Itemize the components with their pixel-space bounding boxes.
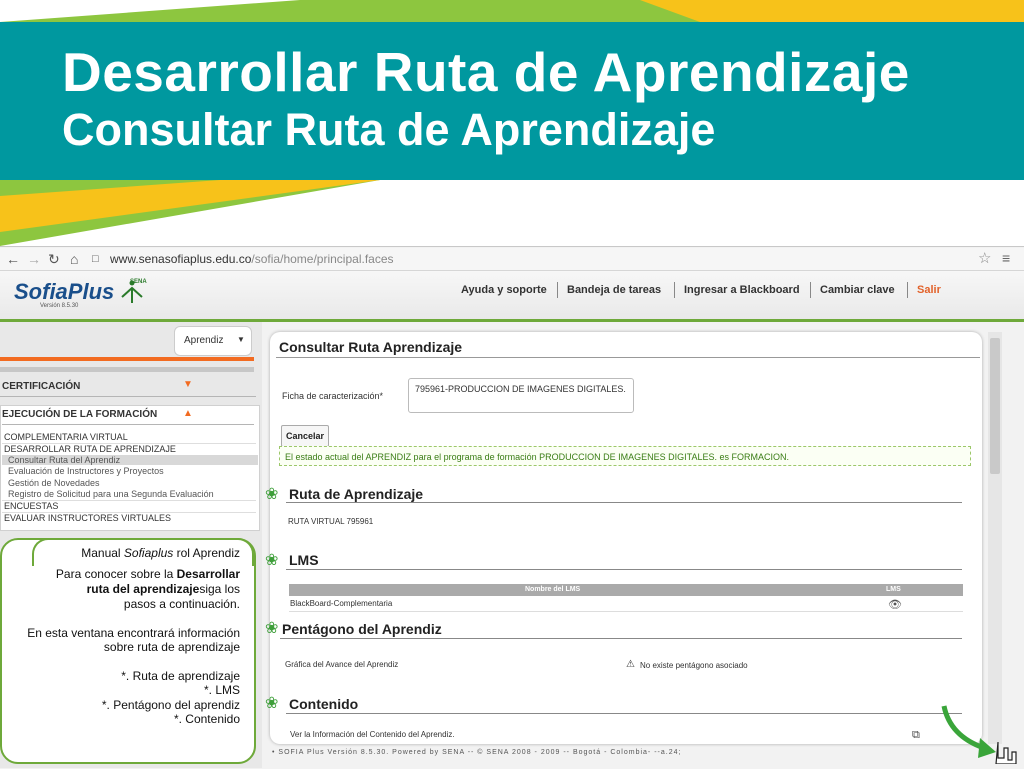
lms-table-header: Nombre del LMS LMS [289,584,963,596]
panel-title-divider [276,357,980,358]
lms-col-lms: LMS [886,586,901,593]
help-line: ruta del aprendizajesiga los [87,582,240,596]
reload-icon[interactable]: ↻ [48,251,60,268]
section-pentagono-heading: Pentágono del Aprendiz [282,621,442,637]
menu-icon[interactable]: ≡ [1002,250,1010,266]
collapse-up-icon[interactable]: ▲ [183,408,193,419]
nav-separator [907,282,908,298]
help-line: Para conocer sobre la Desarrollar [56,567,240,581]
nav-separator [810,282,811,298]
help-text-bold: Desarrollar [176,567,240,581]
cancel-button[interactable]: Cancelar [281,425,329,447]
panel-title: Consultar Ruta Aprendizaje [279,339,463,355]
help-line: pasos a continuación. [123,597,240,611]
url-host: www.senasofiaplus.edu.co [110,252,252,266]
section-divider [280,638,962,639]
section-divider [0,396,256,397]
leaf-icon: ❀ [265,620,279,637]
slide-title: Desarrollar Ruta de Aprendizaje [62,41,910,103]
slide-subtitle: Consultar Ruta de Aprendizaje [62,104,716,155]
footer-text: • SOFIA Plus Versión 8.5.30. Powered by … [272,749,682,756]
help-line: En esta ventana encontrará información [27,626,240,640]
warning-icon: ⚠ [626,659,635,670]
help-title: Manual Sofiaplus rol Aprendiz [81,546,240,560]
sidebar-item-encuestas[interactable]: ENCUESTAS [4,501,58,511]
nav-ayuda[interactable]: Ayuda y soporte [461,284,547,296]
help-text-fragment: siga los [199,582,240,596]
help-list-item: *. Pentágono del aprendiz [101,698,240,712]
sidebar-item-segunda-evaluacion[interactable]: Registro de Solicitud para una Segunda E… [8,489,214,499]
role-value: Aprendiz [184,335,224,346]
sidebar-item-desarrollar-ruta[interactable]: DESARROLLAR RUTA DE APRENDIZAJE [4,444,176,454]
sidebar-item-consultar-ruta[interactable]: Consultar Ruta del Aprendiz [2,455,258,465]
section-divider [2,424,254,425]
section-ruta-heading: Ruta de Aprendizaje [289,486,424,502]
contenido-label: Ver la Información del Contenido del Apr… [290,730,455,739]
help-list-item: *. LMS [203,683,240,697]
sidebar-accent-bar [0,357,254,361]
sidebar-divider [0,367,254,372]
sena-logo-text: SENA [130,279,147,285]
status-message: El estado actual del APRENDIZ para el pr… [279,446,971,466]
chevron-down-icon: ▼ [237,335,245,344]
logo-version: Versión 8.5.30 [40,303,79,309]
section-divider [286,713,962,714]
sidebar-section-ejecucion[interactable]: EJECUCIÓN DE LA FORMACIÓN [2,409,157,420]
sidebar-item-evaluacion[interactable]: Evaluación de Instructores y Proyectos [8,466,164,476]
home-icon[interactable]: ⌂ [70,251,78,267]
section-divider [286,502,962,503]
scrollbar-thumb[interactable] [990,338,1000,474]
leaf-icon: ❀ [265,695,279,712]
nav-blackboard[interactable]: Ingresar a Blackboard [684,284,800,296]
ruta-value: RUTA VIRTUAL 795961 [288,517,374,526]
back-icon[interactable]: ← [6,251,20,267]
url-field[interactable]: www.senasofiaplus.edu.co/sofia/home/prin… [110,252,394,266]
help-text-bold: ruta del aprendizaje [86,582,200,596]
sidebar-item-complementaria[interactable]: COMPLEMENTARIA VIRTUAL [4,432,128,442]
star-icon[interactable]: ☆ [978,249,991,267]
forward-icon[interactable]: → [27,251,41,267]
open-window-icon[interactable]: ⧉ [912,729,920,742]
section-divider [286,569,962,570]
nav-cambiar-clave[interactable]: Cambiar clave [820,284,895,296]
help-title-prefix: Manual [81,546,124,560]
help-list-item: *. Ruta de aprendizaje [121,669,240,683]
sidebar-item-novedades[interactable]: Gestión de Novedades [8,478,100,488]
help-title-suffix: rol Aprendiz [173,546,240,560]
role-select[interactable]: Aprendiz ▼ [174,326,252,356]
ficha-field[interactable]: 795961-PRODUCCION DE IMAGENES DIGITALES. [408,378,634,413]
pentagono-label: Gráfica del Avance del Aprendiz [285,660,399,669]
ficha-label: Ficha de caracterización* [282,391,384,401]
pentagono-value: No existe pentágono asociado [640,661,748,670]
help-text-fragment: Para conocer sobre la [55,567,177,581]
pointer-callout-icon [941,705,1017,764]
help-line: sobre ruta de aprendizaje [103,640,240,654]
section-contenido-heading: Contenido [289,696,359,712]
section-lms-heading: LMS [289,552,319,568]
expand-down-icon[interactable]: ▼ [183,379,193,390]
app-header [0,271,1024,322]
nav-salir[interactable]: Salir [917,284,941,296]
sidebar-item-evaluar-instructores[interactable]: EVALUAR INSTRUCTORES VIRTUALES [4,513,171,523]
help-list-item: *. Contenido [173,712,240,726]
leaf-icon: ❀ [265,486,279,503]
page-icon: □ [92,253,99,265]
leaf-icon: ❀ [265,552,279,569]
nav-separator [674,282,675,298]
url-path: /sofia/home/principal.faces [251,252,394,266]
help-title-italic: Sofiaplus [123,546,174,560]
sofiaplus-logo[interactable]: SofiaPlus [14,279,114,305]
lms-col-name: Nombre del LMS [525,586,581,593]
nav-separator [557,282,558,298]
nav-bandeja[interactable]: Bandeja de tareas [567,284,661,296]
sidebar-section-certificacion[interactable]: CERTIFICACIÓN [2,381,80,392]
lms-row-name: BlackBoard-Complementaria [290,599,393,608]
eye-icon[interactable]: 👁 [888,598,902,611]
